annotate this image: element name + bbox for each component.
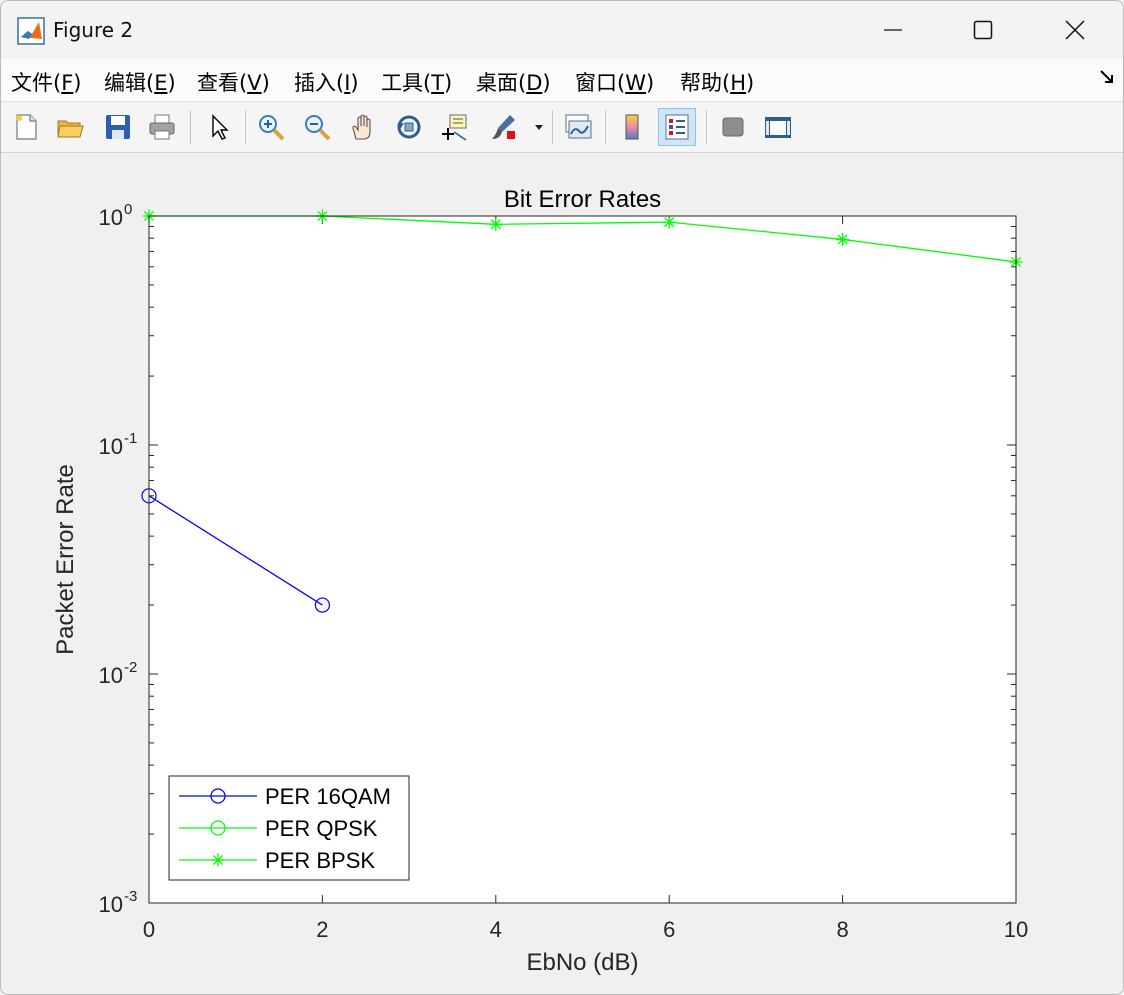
link-plot-icon xyxy=(565,114,592,139)
dock-figure-icon[interactable] xyxy=(1099,69,1115,85)
toolbar-separator xyxy=(245,110,246,144)
legend-label: PER BPSK xyxy=(265,848,375,873)
maximize-button[interactable] xyxy=(937,1,1029,59)
toolbar-separator xyxy=(552,110,553,144)
save-button[interactable] xyxy=(99,108,137,146)
zoom-in-icon xyxy=(259,115,285,141)
chevron-down-icon xyxy=(535,125,543,130)
link-plot-button[interactable] xyxy=(559,108,597,146)
menu-desktop[interactable]: 桌面(D) xyxy=(476,67,551,97)
title-bar: Figure 2 xyxy=(1,1,1123,59)
y-tick-label: 10 xyxy=(99,434,123,459)
rotate-3d-icon xyxy=(397,115,421,139)
x-tick-label: 6 xyxy=(663,917,675,942)
pan-hand-icon xyxy=(352,114,371,140)
x-tick-label: 10 xyxy=(1004,917,1028,942)
new-figure-icon xyxy=(16,114,37,140)
toolbar-separator xyxy=(605,110,606,144)
brush-button[interactable] xyxy=(484,108,522,146)
print-icon xyxy=(149,114,175,140)
plot-svg: 0 2 4 6 8 1010 010 -110 -210 -3 Bit Error Rates E… xyxy=(52,186,1028,976)
insert-colorbar-button[interactable] xyxy=(613,108,651,146)
hide-plot-tools-icon xyxy=(722,117,744,137)
zoom-out-icon xyxy=(305,115,331,141)
figure-canvas: 0 2 4 6 8 10 10 0 10 -1 10 -2 10 -3 Bit Error Rates E… xyxy=(1,153,1123,994)
save-icon xyxy=(106,115,130,139)
x-axis-label: EbNo (dB) xyxy=(526,949,638,976)
show-plot-tools-button[interactable] xyxy=(758,108,796,146)
data-point xyxy=(836,232,850,246)
data-tip-button[interactable] xyxy=(436,108,474,146)
zoom-in-button[interactable] xyxy=(252,108,290,146)
data-tip-icon xyxy=(442,114,467,141)
print-button[interactable] xyxy=(143,108,181,146)
menu-edit[interactable]: 编辑(E) xyxy=(104,67,176,97)
brush-icon xyxy=(492,115,515,139)
x-tick-label: 8 xyxy=(836,917,848,942)
figure-toolbar xyxy=(1,102,1123,153)
menu-window[interactable]: 窗口(W) xyxy=(575,67,654,97)
minimize-button[interactable] xyxy=(847,1,939,59)
x-tick-label: 0 xyxy=(143,917,155,942)
hide-plot-tools-button[interactable] xyxy=(714,108,752,146)
matlab-logo-icon xyxy=(17,17,45,45)
data-point xyxy=(489,217,503,231)
colorbar-icon xyxy=(625,114,639,140)
menu-insert[interactable]: 插入(I) xyxy=(294,67,359,97)
select-arrow-icon xyxy=(212,114,229,140)
pan-button[interactable] xyxy=(344,108,382,146)
y-tick-exponent: -2 xyxy=(124,659,137,676)
y-tick-exponent: -1 xyxy=(124,430,137,447)
y-tick-exponent: -3 xyxy=(124,888,137,905)
maximize-icon xyxy=(973,20,993,40)
legend-icon xyxy=(665,114,689,140)
menu-bar: 文件(F) 编辑(E) 查看(V) 插入(I) 工具(T) 桌面(D) 窗口(W… xyxy=(1,59,1123,102)
select-arrow-button[interactable] xyxy=(199,108,237,146)
y-axis-label: Packet Error Rate xyxy=(52,464,79,655)
minimize-icon xyxy=(884,29,902,31)
rotate-3d-button[interactable] xyxy=(390,108,428,146)
x-tick-label: 4 xyxy=(490,917,502,942)
new-figure-button[interactable] xyxy=(7,108,45,146)
zoom-out-button[interactable] xyxy=(298,108,336,146)
menu-help[interactable]: 帮助(H) xyxy=(680,67,754,97)
y-tick-label: 10 xyxy=(99,205,123,230)
brush-dropdown[interactable] xyxy=(529,108,549,146)
insert-legend-button[interactable] xyxy=(658,108,696,146)
y-tick-label: 10 xyxy=(99,892,123,917)
menu-tools[interactable]: 工具(T) xyxy=(381,67,452,97)
y-tick-label: 10 xyxy=(99,663,123,688)
window-title: Figure 2 xyxy=(53,18,134,42)
legend-label: PER QPSK xyxy=(265,816,378,841)
close-button[interactable] xyxy=(1029,1,1121,59)
legend-label: PER 16QAM xyxy=(265,784,391,809)
toolbar-separator xyxy=(190,110,191,144)
figure-window: Figure 2 文件(F) 编辑(E) 查看(V) 插入(I) 工具(T) 桌… xyxy=(0,0,1124,995)
open-file-button[interactable] xyxy=(51,108,89,146)
menu-file[interactable]: 文件(F) xyxy=(11,67,82,97)
data-point xyxy=(662,215,676,229)
show-plot-tools-icon xyxy=(765,117,791,138)
legend[interactable]: PER 16QAM PER QPSK PER BPSK xyxy=(168,775,410,881)
legend-marker xyxy=(211,853,225,867)
chart-title: Bit Error Rates xyxy=(504,186,661,213)
toolbar-separator xyxy=(706,110,707,144)
menu-view[interactable]: 查看(V) xyxy=(197,67,270,97)
open-file-icon xyxy=(57,120,84,138)
close-icon xyxy=(1065,20,1085,40)
x-tick-label: 2 xyxy=(316,917,328,942)
y-tick-exponent: 0 xyxy=(124,201,132,218)
